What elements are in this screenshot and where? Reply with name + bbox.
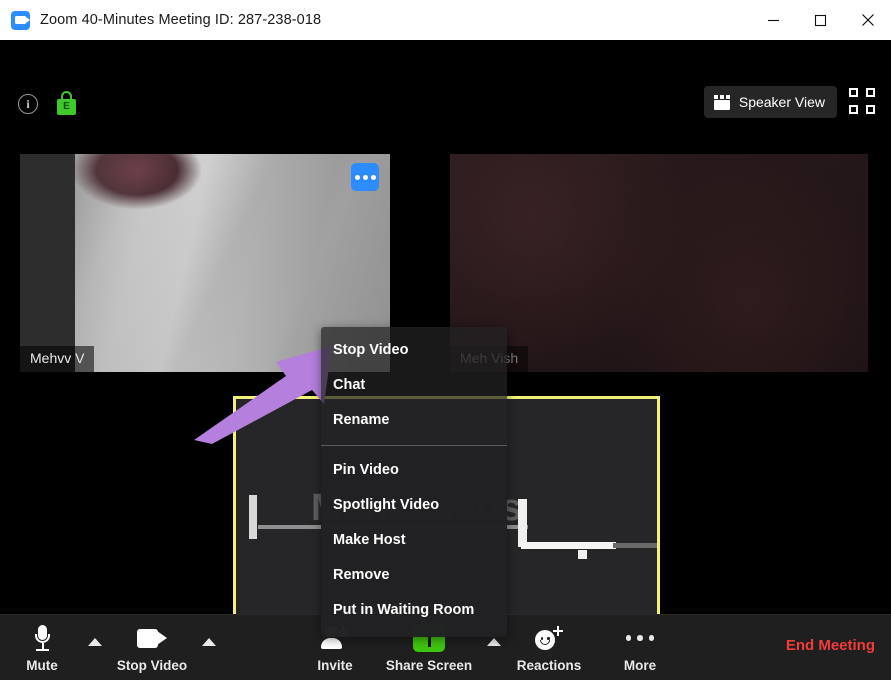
zoom-meeting-window: Zoom 40-Minutes Meeting ID: 287-238-018 … bbox=[0, 0, 891, 680]
camera-icon bbox=[137, 623, 167, 653]
menu-item-make-host[interactable]: Make Host bbox=[321, 523, 507, 558]
toolbar-mute-button[interactable]: Mute bbox=[8, 615, 76, 680]
meeting-top-bar: i E Speaker View bbox=[0, 40, 891, 110]
toolbar-reactions-label: Reactions bbox=[517, 658, 582, 673]
speaker-view-grid-icon bbox=[714, 95, 731, 110]
title-bar-left: Zoom 40-Minutes Meeting ID: 287-238-018 bbox=[0, 11, 321, 30]
zoom-app-icon bbox=[11, 11, 30, 30]
smiley-plus-icon bbox=[535, 623, 563, 653]
menu-item-rename[interactable]: Rename bbox=[321, 403, 507, 438]
participant-context-menu[interactable]: Stop Video Chat Rename Pin Video Spotlig… bbox=[321, 327, 507, 637]
chevron-up-icon bbox=[202, 638, 216, 646]
window-controls bbox=[750, 0, 891, 40]
participant-more-options-button[interactable] bbox=[351, 163, 379, 191]
screen-graphic-bar bbox=[613, 543, 660, 548]
toolbar-more-button[interactable]: More bbox=[606, 615, 674, 680]
toolbar-stop-video-button[interactable]: Stop Video bbox=[112, 615, 192, 680]
context-menu-group-2: Pin Video Spotlight Video Make Host Remo… bbox=[321, 446, 507, 637]
chevron-up-icon bbox=[88, 638, 102, 646]
end-meeting-button[interactable]: End Meeting bbox=[786, 637, 875, 654]
menu-item-chat[interactable]: Chat bbox=[321, 368, 507, 403]
tile-letterbox-band bbox=[20, 154, 75, 372]
menu-item-stop-video[interactable]: Stop Video bbox=[321, 333, 507, 368]
menu-item-put-in-waiting-room[interactable]: Put in Waiting Room bbox=[321, 593, 507, 628]
context-menu-group-1: Stop Video Chat Rename bbox=[321, 327, 507, 445]
chevron-up-icon bbox=[487, 638, 501, 646]
toolbar-stop-video-label: Stop Video bbox=[117, 658, 187, 673]
screen-graphic-bar bbox=[521, 542, 616, 549]
toolbar-video-options-chevron[interactable] bbox=[194, 615, 224, 680]
video-tile-participant-2[interactable]: Meh Vish bbox=[450, 154, 868, 372]
window-title-bar: Zoom 40-Minutes Meeting ID: 287-238-018 bbox=[0, 0, 891, 40]
screen-graphic-bar bbox=[518, 499, 527, 547]
ellipsis-icon bbox=[626, 623, 655, 653]
participant-name-label: Mehvv V bbox=[20, 346, 94, 372]
screen-graphic-knob bbox=[578, 550, 587, 559]
tile-video-feed bbox=[450, 154, 868, 372]
minimize-button[interactable] bbox=[750, 0, 797, 40]
toolbar-more-label: More bbox=[624, 658, 656, 673]
video-tile-area: Mehvv V Meh Vish Manan Mus bbox=[0, 110, 891, 610]
close-button[interactable] bbox=[844, 0, 891, 40]
meeting-body: i E Speaker View bbox=[0, 40, 891, 680]
screen-graphic-bar bbox=[249, 495, 257, 539]
toolbar-invite-label: Invite bbox=[317, 658, 352, 673]
menu-item-pin-video[interactable]: Pin Video bbox=[321, 453, 507, 488]
toolbar-share-screen-label: Share Screen bbox=[386, 658, 472, 673]
toolbar-reactions-button[interactable]: Reactions bbox=[512, 615, 586, 680]
maximize-button[interactable] bbox=[797, 0, 844, 40]
speaker-view-label: Speaker View bbox=[739, 94, 825, 110]
toolbar-mute-label: Mute bbox=[26, 658, 58, 673]
toolbar-mute-options-chevron[interactable] bbox=[80, 615, 110, 680]
microphone-icon bbox=[35, 623, 49, 653]
tile-edge-artifact bbox=[233, 461, 236, 523]
tile-edge-artifact bbox=[657, 419, 660, 497]
menu-item-spotlight-video[interactable]: Spotlight Video bbox=[321, 488, 507, 523]
window-title: Zoom 40-Minutes Meeting ID: 287-238-018 bbox=[40, 12, 321, 28]
menu-item-remove[interactable]: Remove bbox=[321, 558, 507, 593]
